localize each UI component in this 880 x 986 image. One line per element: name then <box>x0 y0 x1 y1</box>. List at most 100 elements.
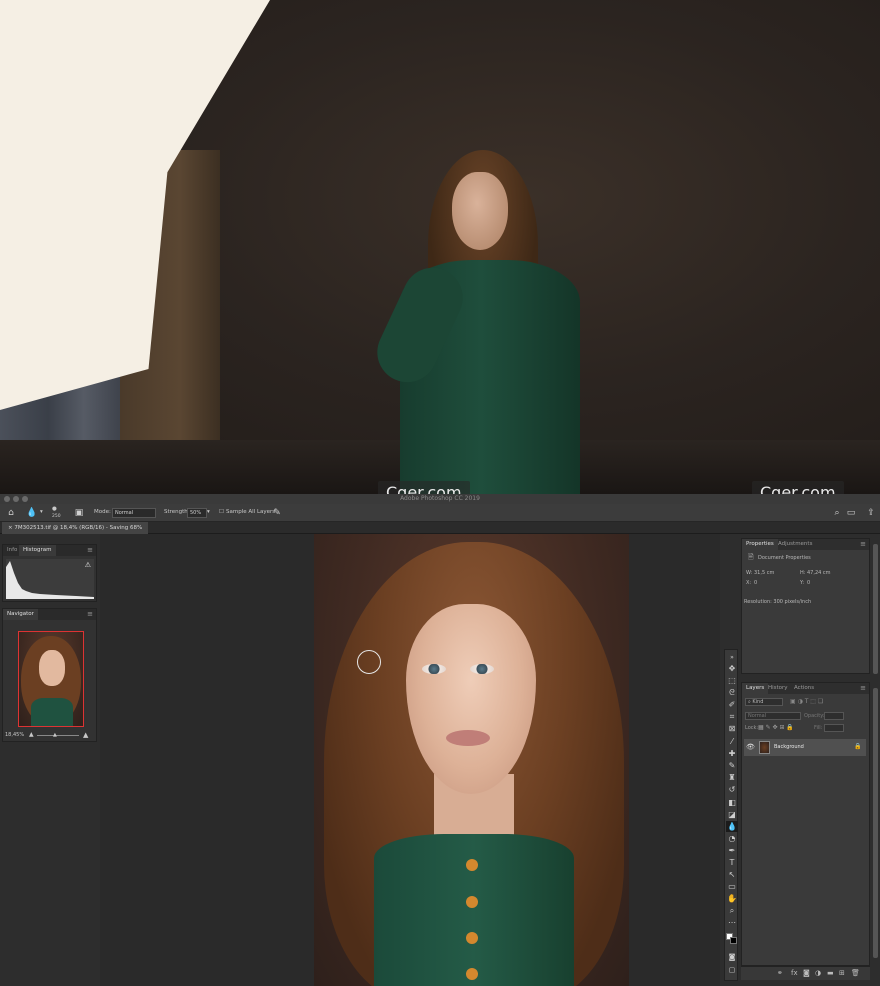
quick-select-icon[interactable]: ✐ <box>726 699 738 710</box>
strength-field[interactable]: 50% <box>187 508 207 518</box>
brush-size: 250 <box>52 514 61 519</box>
options-bar: ⌂ 💧 ▾ ● 250 ▣ Mode: Normal Strength: 50%… <box>0 504 880 522</box>
layer-filter-kind[interactable]: ⌕ Kind <box>745 698 783 706</box>
zoom-slider-track[interactable] <box>37 735 79 736</box>
studio-photo <box>0 0 880 494</box>
tools-collapse-icon[interactable]: » <box>726 652 738 663</box>
histogram-graph: ⚠ <box>6 559 94 599</box>
document-canvas[interactable] <box>314 534 629 986</box>
layers-scrollbar[interactable] <box>873 688 878 958</box>
background-color-swatch[interactable] <box>730 937 737 944</box>
lock-label: Lock: <box>745 725 759 731</box>
warning-icon[interactable]: ⚠ <box>85 561 91 569</box>
new-group-icon[interactable]: ▬ <box>827 969 834 977</box>
link-layers-icon[interactable]: ⚭ <box>777 969 783 977</box>
blur-tool-preset-icon[interactable]: 💧 <box>26 508 37 518</box>
brush-icon[interactable]: ✎ <box>726 760 738 771</box>
lock-icons[interactable]: ▦ ✎ ✥ ⊞ 🔒 <box>758 724 794 731</box>
layer-name[interactable]: Background <box>774 744 804 750</box>
tab-history[interactable]: History <box>764 683 792 694</box>
strength-dropdown-icon[interactable]: ▾ <box>207 509 210 515</box>
brush-preview-icon[interactable]: ● <box>52 506 57 512</box>
screen-mode-icon[interactable]: ▢ <box>726 965 738 976</box>
blend-mode-select[interactable]: Normal <box>745 712 801 720</box>
share-icon[interactable]: ⇪ <box>866 508 876 518</box>
workspace-icon[interactable]: ▭ <box>846 508 856 518</box>
properties-scrollbar[interactable] <box>873 544 878 674</box>
crop-icon[interactable]: ⌗ <box>726 711 738 722</box>
mode-label: Mode: <box>94 509 111 515</box>
preset-dropdown-icon[interactable]: ▾ <box>40 509 43 515</box>
mode-select[interactable]: Normal <box>112 508 156 518</box>
eyedropper-icon[interactable]: ⁄ <box>726 736 738 747</box>
navigator-thumbnail[interactable] <box>18 631 84 727</box>
search-icon[interactable]: ⌕ <box>832 508 842 518</box>
frame-icon[interactable]: ⊠ <box>726 723 738 734</box>
height-label: H: <box>800 570 806 576</box>
x-value[interactable]: 0 <box>754 580 757 586</box>
zoom-in-icon[interactable]: ▲ <box>83 731 88 739</box>
healing-icon[interactable]: ✚ <box>726 748 738 759</box>
marquee-icon[interactable]: ⬚ <box>726 675 738 686</box>
pressure-icon[interactable]: ✎ <box>272 508 282 518</box>
height-value[interactable]: 47,24 cm <box>807 570 831 576</box>
document-tab-bar: × 7M302513.tif @ 18,4% (RGB/16) - Saving… <box>0 522 880 534</box>
fill-label: Fill: <box>814 725 823 731</box>
new-layer-icon[interactable]: ⊞ <box>839 969 845 977</box>
rectangle-icon[interactable]: ▭ <box>726 881 738 892</box>
title-bar: Adobe Photoshop CC 2019 <box>0 494 880 504</box>
layer-visibility-eye-icon[interactable]: 👁 <box>746 743 755 751</box>
tab-histogram[interactable]: Histogram <box>19 545 56 556</box>
panel-menu-icon[interactable]: ≡ <box>87 609 93 620</box>
opacity-field[interactable] <box>824 712 844 720</box>
fill-field[interactable] <box>824 724 844 732</box>
zoom-out-icon[interactable]: ▲ <box>29 731 34 738</box>
portrait-eye-right <box>470 664 494 674</box>
tab-properties[interactable]: Properties <box>742 539 778 550</box>
tab-actions[interactable]: Actions <box>790 683 818 694</box>
layer-style-icon[interactable]: fx <box>791 969 798 977</box>
quick-mask-icon[interactable]: ◙ <box>726 952 738 963</box>
panel-menu-icon[interactable]: ≡ <box>860 683 866 694</box>
layer-filter-placeholder: Kind <box>752 699 764 705</box>
width-label: W: <box>746 570 753 576</box>
history-brush-icon[interactable]: ↺ <box>726 784 738 795</box>
tab-adjustments[interactable]: Adjustments <box>774 539 816 550</box>
brush-settings-icon[interactable]: ▣ <box>74 508 84 518</box>
dodge-icon[interactable]: ◔ <box>726 833 738 844</box>
stamp-icon[interactable]: ♜ <box>726 772 738 783</box>
pen-icon[interactable]: ✒ <box>726 845 738 856</box>
filter-icons[interactable]: ▣ ◑ T ⬚ ❏ <box>790 698 823 705</box>
y-value[interactable]: 0 <box>807 580 810 586</box>
delete-layer-icon[interactable]: 🗑 <box>851 969 860 977</box>
navigator-zoom-value[interactable]: 18,45% <box>5 732 24 738</box>
path-select-icon[interactable]: ↖ <box>726 869 738 880</box>
blur-icon[interactable]: 💧 <box>726 821 738 832</box>
histogram-curve <box>6 561 94 599</box>
navigator-panel-tabs: Navigator ≡ <box>3 609 96 620</box>
hand-icon[interactable]: ✋ <box>726 893 738 904</box>
panel-menu-icon[interactable]: ≡ <box>87 545 93 556</box>
type-icon[interactable]: T <box>726 857 738 868</box>
studio-model <box>367 150 590 494</box>
more-icon[interactable]: ⋯ <box>726 917 738 928</box>
zoom-icon[interactable]: ⌕ <box>726 905 738 916</box>
document-tab[interactable]: × 7M302513.tif @ 18,4% (RGB/16) - Saving… <box>2 522 149 534</box>
layer-row-background[interactable]: 👁 Background 🔒 <box>744 739 866 756</box>
gradient-icon[interactable]: ◪ <box>726 809 738 820</box>
adjustment-layer-icon[interactable]: ◑ <box>815 969 821 977</box>
properties-panel-tabs: Properties Adjustments ≡ <box>742 539 869 550</box>
width-value[interactable]: 31,5 cm <box>754 570 774 576</box>
tab-navigator[interactable]: Navigator <box>3 609 38 620</box>
lasso-icon[interactable]: ᘓ <box>726 687 738 698</box>
home-icon[interactable]: ⌂ <box>6 508 16 518</box>
app-title: Adobe Photoshop CC 2019 <box>400 495 480 502</box>
add-mask-icon[interactable]: ◙ <box>803 969 810 977</box>
eraser-icon[interactable]: ◧ <box>726 797 738 808</box>
sample-all-layers-checkbox[interactable]: ☐ <box>219 509 224 515</box>
tools-panel: » ✥ ⬚ ᘓ ✐ ⌗ ⊠ ⁄ ✚ ✎ ♜ ↺ ◧ ◪ 💧 ◔ ✒ T ↖ ▭ … <box>724 649 738 981</box>
screen: Cger.com Cger.com Adobe Photoshop CC 201… <box>0 0 880 986</box>
zoom-slider-handle[interactable]: ▲ <box>53 732 57 738</box>
move-icon[interactable]: ✥ <box>726 663 738 674</box>
panel-menu-icon[interactable]: ≡ <box>860 539 866 550</box>
